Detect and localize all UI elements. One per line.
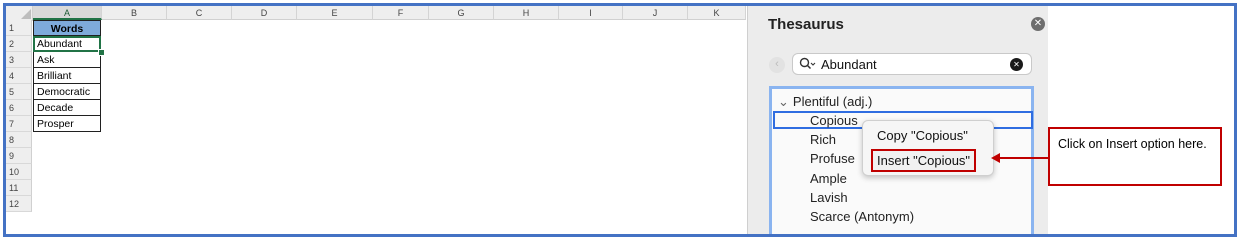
synonym-item-profuse[interactable]: Profuse xyxy=(810,151,855,166)
fill-handle[interactable] xyxy=(98,49,105,56)
column-header-b[interactable]: B xyxy=(102,6,167,20)
row-header[interactable]: 1 xyxy=(6,20,32,36)
column-header-h[interactable]: H xyxy=(494,6,559,20)
cell-a4[interactable]: Brilliant xyxy=(33,68,101,84)
row-header[interactable]: 5 xyxy=(6,84,32,100)
column-header-e[interactable]: E xyxy=(297,6,373,20)
row-header[interactable]: 2 xyxy=(6,36,32,52)
column-header-d[interactable]: D xyxy=(232,6,297,20)
column-header-g[interactable]: G xyxy=(429,6,494,20)
screenshot-frame: A B C D E F G H I J K 1 2 3 4 5 6 7 8 9 … xyxy=(3,3,1237,237)
cell-a5[interactable]: Democratic xyxy=(33,84,101,100)
chevron-down-icon: ⌄ xyxy=(778,94,789,109)
copy-menu-item[interactable]: Copy "Copious" xyxy=(877,128,968,143)
synonym-item-lavish[interactable]: Lavish xyxy=(810,190,848,205)
column-header-j[interactable]: J xyxy=(623,6,688,20)
row-header[interactable]: 9 xyxy=(6,148,32,164)
instruction-callout: Click on Insert option here. xyxy=(1048,127,1222,186)
row-header[interactable]: 3 xyxy=(6,52,32,68)
search-value: Abundant xyxy=(821,57,877,72)
pane-title: Thesaurus xyxy=(768,16,844,33)
synonym-item-ample[interactable]: Ample xyxy=(810,171,847,186)
column-header-a[interactable]: A xyxy=(33,6,102,20)
back-arrow-icon[interactable]: ‹ xyxy=(769,57,785,73)
search-icon xyxy=(799,57,817,74)
synonym-item-rich[interactable]: Rich xyxy=(810,132,836,147)
row-header[interactable]: 11 xyxy=(6,180,32,196)
cell-a2-selected[interactable]: Abundant xyxy=(33,36,101,52)
cell-a1-words-header[interactable]: Words xyxy=(33,20,101,36)
column-header-i[interactable]: I xyxy=(559,6,623,20)
column-header-c[interactable]: C xyxy=(167,6,232,20)
search-input[interactable]: Abundant ✕ xyxy=(792,53,1032,75)
cell-a7[interactable]: Prosper xyxy=(33,116,101,132)
select-all-corner[interactable] xyxy=(6,6,33,21)
context-menu: Copy "Copious" Insert "Copious" xyxy=(862,120,994,176)
row-header[interactable]: 8 xyxy=(6,132,32,148)
group-label: Plentiful (adj.) xyxy=(792,94,873,109)
cell-a6[interactable]: Decade xyxy=(33,100,101,116)
synonym-group[interactable]: ⌄ Plentiful (adj.) xyxy=(778,94,872,110)
close-icon[interactable]: ✕ xyxy=(1031,17,1045,31)
insert-menu-item[interactable]: Insert "Copious" xyxy=(871,149,977,172)
column-header-f[interactable]: F xyxy=(373,6,429,20)
cell-a3[interactable]: Ask xyxy=(33,52,101,68)
row-header[interactable]: 7 xyxy=(6,116,32,132)
row-header[interactable]: 10 xyxy=(6,164,32,180)
row-header[interactable]: 4 xyxy=(6,68,32,84)
callout-arrow xyxy=(991,153,1049,163)
row-header[interactable]: 6 xyxy=(6,100,32,116)
synonym-item-scarce[interactable]: Scarce (Antonym) xyxy=(810,209,914,224)
synonym-item-copious[interactable]: Copious xyxy=(810,113,858,128)
row-header[interactable]: 12 xyxy=(6,196,32,212)
column-header-k[interactable]: K xyxy=(688,6,746,20)
clear-search-icon[interactable]: ✕ xyxy=(1010,58,1023,71)
spreadsheet: A B C D E F G H I J K 1 2 3 4 5 6 7 8 9 … xyxy=(6,6,746,234)
